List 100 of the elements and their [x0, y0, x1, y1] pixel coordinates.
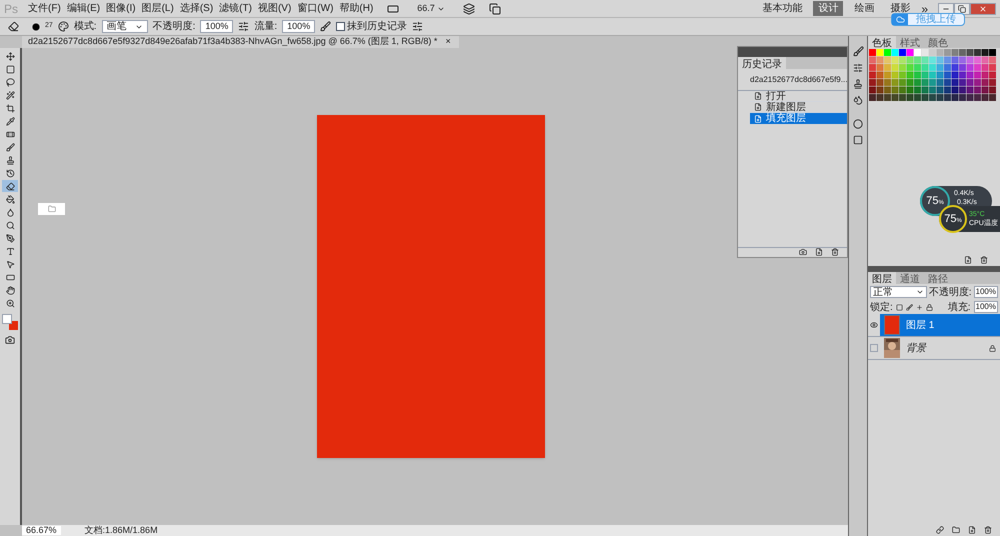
panel-tab[interactable]: 图层 — [868, 272, 896, 284]
document-tab[interactable]: d2a2152677dc8d667e5f9327d849e26afab71f3a4b383-NhvAGn_fw658.jpg @ 66.7% (图层 1, RGB/8) * × — [22, 36, 459, 48]
menu-item[interactable]: 窗口(W) — [297, 1, 334, 16]
tool-button[interactable] — [2, 180, 18, 192]
menu-item[interactable]: 帮助(H) — [339, 1, 374, 16]
flow-label: 流量: — [254, 20, 278, 34]
masks-icon[interactable] — [853, 135, 863, 145]
quick-mask-icon[interactable] — [5, 335, 15, 345]
workspace-button[interactable]: 设计 — [813, 1, 844, 16]
pressure-size-icon[interactable] — [412, 21, 424, 32]
opacity-field[interactable]: 100% — [974, 286, 998, 298]
fill-label: 填充: — [948, 300, 971, 314]
tab-close-icon[interactable]: × — [445, 35, 451, 49]
adjustments-icon[interactable] — [853, 119, 863, 129]
menu-item[interactable]: 图层(L) — [142, 1, 174, 16]
bandage-icon — [6, 130, 14, 138]
airbrush-icon[interactable] — [320, 21, 332, 32]
menu-item[interactable]: 图像(I) — [106, 1, 136, 16]
brush-panel-icon[interactable] — [58, 21, 69, 32]
erase-to-history-checkbox[interactable]: 抹到历史记录 — [336, 19, 408, 34]
delete-icon[interactable] — [831, 248, 839, 256]
history-icon — [6, 168, 14, 178]
panel-tab[interactable]: 通道 — [896, 272, 924, 284]
lock-pixels-icon[interactable] — [896, 304, 903, 310]
eye-icon — [870, 321, 878, 329]
opacity-label: 不透明度: — [928, 286, 972, 300]
eyedropper-icon — [6, 116, 14, 126]
arrange-icon[interactable] — [462, 2, 475, 14]
document-icon — [754, 92, 762, 100]
app-logo: Ps — [4, 0, 18, 18]
document-icon — [754, 103, 762, 111]
layer-row[interactable]: 背景 — [880, 337, 1000, 359]
blend-mode-select[interactable]: 正常 — [870, 286, 927, 298]
panel-tab[interactable]: 路径 — [924, 272, 952, 284]
panel-tab[interactable]: 颜色 — [924, 36, 952, 48]
brush-preset-icon[interactable] — [32, 22, 40, 30]
document-title: d2a2152677dc8d667e5f9327d849e26afab71f3a4b383-NhvAGn_fw658.jpg @ 66.7% (图层 1, RGB/8) * — [28, 35, 438, 48]
lock-all-icon[interactable] — [926, 304, 933, 310]
new-layer-icon[interactable] — [968, 526, 976, 534]
clone-source-icon[interactable] — [853, 63, 863, 73]
delete-icon[interactable] — [984, 526, 992, 534]
new-swatch-icon[interactable] — [964, 256, 972, 264]
menu-item[interactable]: 文件(F) — [28, 1, 61, 16]
link-icon[interactable] — [936, 526, 944, 534]
foreground-color-swatch[interactable] — [2, 314, 12, 324]
layer-row[interactable]: 图层 1 — [880, 314, 1000, 336]
document-size: 文档:1.86M/1.86M — [84, 526, 159, 535]
lock-label: 锁定: — [870, 300, 893, 314]
menu-item[interactable]: 选择(S) — [180, 1, 214, 16]
flow-field[interactable]: 100% — [282, 20, 316, 33]
fill-field[interactable]: 100% — [974, 301, 998, 313]
menu-item[interactable]: 视图(V) — [258, 1, 292, 16]
tool-preset-icon[interactable] — [853, 95, 863, 105]
brush-panel-icon[interactable] — [852, 46, 864, 57]
lock-paint-icon[interactable] — [906, 304, 913, 310]
eraser-icon[interactable] — [8, 21, 19, 32]
restore-button[interactable] — [954, 2, 970, 14]
document-icon — [754, 114, 762, 122]
menu-item[interactable]: 滤镜(T) — [219, 1, 252, 16]
group-icon[interactable] — [952, 526, 960, 534]
search-icon — [6, 220, 14, 230]
close-icon — [979, 4, 987, 12]
lock-position-icon[interactable] — [916, 304, 923, 310]
zoom-field[interactable]: 66.67% — [22, 526, 61, 535]
new-snapshot-icon[interactable] — [815, 248, 823, 256]
stamp-icon — [6, 156, 14, 164]
menu-item[interactable]: 编辑(E) — [66, 1, 100, 16]
pen-icon — [6, 234, 14, 242]
zoom-dropdown[interactable]: 66.7 — [417, 2, 445, 16]
new-document-icon[interactable] — [799, 248, 807, 256]
caret-icon — [916, 288, 924, 296]
crop-icon — [6, 104, 14, 112]
floating-widget[interactable] — [38, 203, 65, 215]
screen-mode-icon[interactable] — [387, 2, 400, 14]
droplet-icon — [6, 208, 14, 216]
workspace-button[interactable]: 摄影 — [885, 1, 916, 16]
minimize-button[interactable] — [938, 2, 954, 14]
workspace-button[interactable]: 基本功能 — [757, 1, 808, 16]
layer-thumbnail — [884, 315, 900, 335]
rectangle-icon — [6, 272, 14, 282]
eraser-icon — [6, 182, 14, 190]
brush-icon — [6, 142, 14, 152]
mode-select[interactable]: 画笔 — [102, 20, 148, 33]
delete-icon[interactable] — [980, 256, 988, 264]
panel-tab[interactable]: 历史记录 — [738, 57, 786, 69]
pressure-icon[interactable] — [238, 21, 250, 32]
type-icon — [6, 246, 14, 256]
panel-tab[interactable]: 色板 — [868, 36, 896, 48]
history-item[interactable]: 打开 — [750, 91, 847, 102]
panel-tab[interactable]: 样式 — [896, 36, 924, 48]
stamp-icon[interactable] — [853, 79, 863, 89]
marquee-icon — [6, 64, 14, 74]
history-item[interactable]: 填充图层 — [750, 113, 847, 124]
paint-bucket-icon — [6, 194, 14, 204]
opacity-field[interactable]: 100% — [200, 20, 234, 33]
opacity-label: 不透明度: — [152, 20, 196, 34]
history-snapshot[interactable]: d2a2152677dc8d667e5f9... — [738, 69, 847, 91]
workspace-button[interactable]: 绘画 — [849, 1, 880, 16]
pointer-icon — [6, 260, 14, 268]
layout-icon[interactable] — [488, 2, 501, 14]
